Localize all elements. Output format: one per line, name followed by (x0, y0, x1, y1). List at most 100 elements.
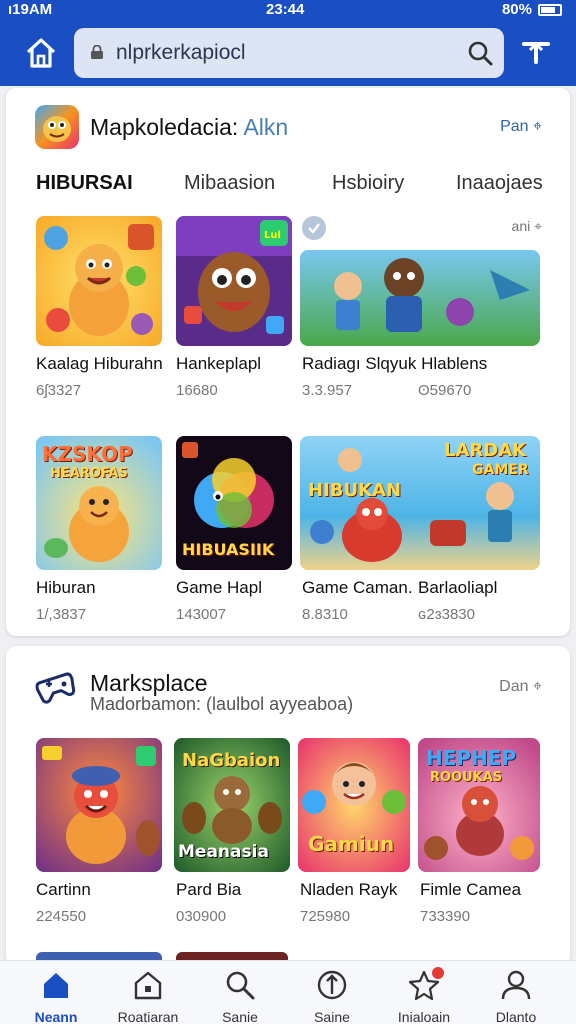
game-count: 3.3.957 (302, 382, 353, 399)
nav-label: Saine (314, 1009, 350, 1024)
nav-label: Sanie (222, 1009, 258, 1024)
section-subtitle: Madorbamon: (laulbol ayyeaboa) (90, 694, 354, 714)
pin-icon (522, 41, 550, 64)
see-more-link[interactable]: Pan ⌖ (500, 118, 542, 136)
check-badge-icon (302, 216, 326, 240)
marketplace-card: Marksplace Madorbamon: (laulbol ayyeaboa… (6, 646, 570, 966)
chevron-right-icon: ⌖ (532, 118, 542, 135)
game-art-adventure-icon (300, 250, 540, 346)
home-button[interactable] (22, 34, 60, 72)
game-count: 1/,3837 (36, 606, 87, 623)
chevron-right-icon: ⌖ (532, 678, 542, 695)
tab-inaaojaes[interactable]: Inaaojaes (456, 172, 543, 195)
tile-art-text: NaGbaion (182, 750, 281, 771)
compass-icon (317, 970, 347, 1000)
nav-home[interactable]: Neann (10, 961, 102, 1024)
battery-percent: 80% (501, 1, 532, 18)
game-tile-5[interactable]: HIBUASIIK (176, 436, 292, 570)
see-more-label: Pan (500, 118, 529, 135)
battery-icon (538, 4, 562, 16)
tile-art-text: HIBUASIIK (182, 540, 275, 559)
nav-search[interactable]: Sanie (194, 961, 286, 1024)
nav-label: Roatiaran (117, 1009, 179, 1024)
game-count: 030900 (176, 908, 227, 925)
corner-label-text: ani (511, 218, 531, 234)
search-icon[interactable] (466, 39, 494, 67)
nav-label: Inialoain (397, 1009, 451, 1024)
game-title: Nladen Rayk (300, 880, 398, 899)
game-count-alt: ɢ2ɜ3830 (418, 606, 475, 623)
nav-label: Neann (34, 1009, 78, 1024)
status-bar: ı19AM 23:44 80% (0, 0, 576, 22)
search-icon (226, 971, 255, 1000)
tile-art-text: LARDAK (444, 440, 527, 461)
tile-art-text: HEAROFAS (50, 466, 128, 481)
game-count: 8.8310 (302, 606, 348, 623)
game-count: 6ʃ3327 (36, 382, 82, 399)
game-title: Hiburan (36, 578, 96, 597)
tile-art-text: GAMER (472, 462, 529, 478)
browser-toolbar: nlprkerkapiocl (0, 22, 576, 86)
game-title: Hankeplapl (176, 354, 262, 373)
game-count: 16680 (176, 382, 218, 399)
bottom-navigation: Neann Roatiaran Sanie Saine Inialoain Dl… (0, 960, 576, 1024)
game-tile-10[interactable]: HEPHEP ROOUKAS (418, 738, 540, 872)
game-title-alt: Barlaoliapl (418, 578, 498, 597)
nav-favorites[interactable]: Inialoain (378, 961, 470, 1024)
tab-hibursai[interactable]: HIBURSAI (36, 172, 133, 195)
corner-label[interactable]: ani ⌖ (512, 218, 542, 235)
game-tile-6[interactable]: HIBUKAN LARDAK GAMER (300, 436, 540, 570)
nav-compass[interactable]: Saine (286, 961, 378, 1024)
game-count: 733390 (420, 908, 471, 925)
tile-art-text: HIBUKAN (308, 480, 402, 501)
game-tile-4[interactable]: KZSKOP HEAROFAS (36, 436, 162, 570)
game-tile-9[interactable]: Gamiun (298, 738, 410, 872)
app-logo-icon (34, 104, 80, 150)
game-count: 725980 (300, 908, 351, 925)
gamepad-icon (34, 666, 78, 706)
game-art-bear-icon (36, 738, 162, 872)
home-outline-icon (26, 38, 56, 68)
section-title-text: Mapkoledacia: (90, 114, 239, 140)
game-title: Game Caman. (302, 578, 413, 597)
tile-art-text: HEPHEP (426, 746, 517, 770)
tile-art-text: ROOUKAS (430, 770, 503, 785)
game-count: 143007 (176, 606, 227, 623)
nav-store[interactable]: Roatiaran (102, 961, 194, 1024)
nav-profile[interactable]: Dlanto (470, 961, 562, 1024)
store-icon (134, 971, 162, 1000)
game-tile-2[interactable]: Lul (176, 216, 292, 346)
game-count-alt: ʘ59670 (418, 382, 472, 399)
game-title: Game Hapl (176, 578, 262, 597)
tab-mibaasion[interactable]: Mibaasion (184, 172, 275, 195)
game-tile-7[interactable] (36, 738, 162, 872)
game-tile-3[interactable] (300, 250, 540, 346)
svg-text:Lul: Lul (264, 230, 281, 241)
game-title: Pard Bia (176, 880, 242, 899)
status-time-left: ı19AM (8, 1, 53, 18)
see-more-label: Dan (499, 678, 529, 695)
section-title: Mapkoledacia: Alkn (90, 114, 288, 141)
game-tile-1[interactable] (36, 216, 162, 346)
section-title-suffix: Alkn (243, 114, 289, 140)
game-tile-8[interactable]: NaGbaion Meanasia (174, 738, 290, 872)
notification-dot (432, 967, 444, 979)
home-icon (44, 973, 68, 998)
game-title: Kaalag Hiburahn (36, 354, 163, 373)
lock-icon (91, 45, 103, 59)
status-time: 23:44 (266, 1, 305, 18)
tab-hsbioiry[interactable]: Hsbioiry (332, 172, 404, 195)
address-bar[interactable]: nlprkerkapiocl (74, 28, 504, 78)
game-title: Fimle Camea (420, 880, 522, 899)
nav-label: Dlanto (495, 1009, 537, 1024)
tile-art-text: Gamiun (308, 832, 395, 856)
game-title: Radiagı Slqyuk Hlablens (302, 354, 488, 373)
url-text: nlprkerkapiocl (116, 41, 246, 64)
menu-button[interactable] (518, 34, 554, 70)
game-art-bear-icon (36, 216, 162, 346)
tile-art-text: Meanasia (178, 842, 269, 862)
game-title: Cartinn (36, 880, 91, 899)
see-more-link[interactable]: Dan ⌖ (499, 678, 542, 696)
tile-art-text: KZSKOP (42, 442, 133, 466)
profile-icon (501, 970, 531, 1000)
